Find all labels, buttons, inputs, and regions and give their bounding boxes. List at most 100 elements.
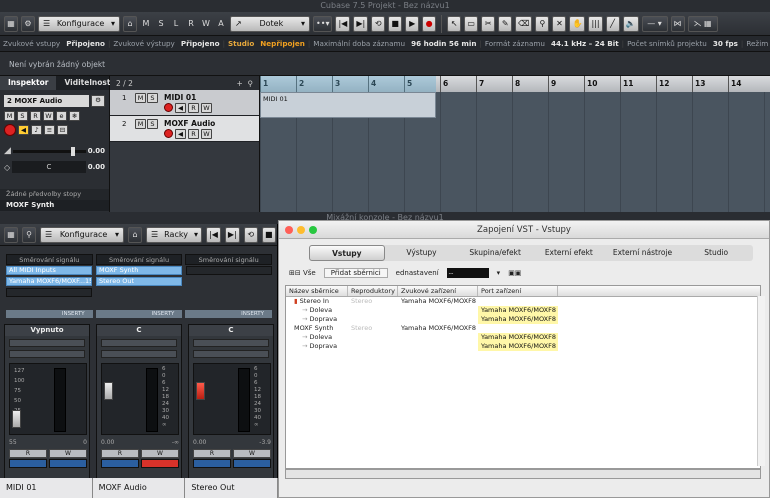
bus-device[interactable] <box>398 315 478 324</box>
channel-name-label[interactable]: MIDI 01 <box>0 478 93 498</box>
bus-row[interactable]: → Doleva Yamaha MOXF6/MOXF8 <box>286 306 760 315</box>
save-preset-icon[interactable]: ▣▣ <box>508 269 521 277</box>
window-layout-button[interactable]: ▦ <box>4 15 18 32</box>
strip-solo-button[interactable] <box>233 459 271 468</box>
write-mode-button[interactable]: W <box>200 16 212 32</box>
quantize-button[interactable]: ⋋ ▦ <box>687 15 718 32</box>
strip-mute-button[interactable] <box>193 459 231 468</box>
track-mute-button[interactable]: M <box>135 119 146 129</box>
inspector-pan-slider[interactable]: C <box>12 161 86 173</box>
track-read-button[interactable]: R <box>188 103 199 113</box>
bus-row[interactable]: → Doprava Yamaha MOXF6/MOXF8 <box>286 342 760 351</box>
routing-empty-slot[interactable] <box>6 288 92 297</box>
track-name[interactable]: MIDI 01 <box>164 93 196 102</box>
record-button[interactable]: ● <box>422 15 437 32</box>
bus-device[interactable] <box>398 342 478 351</box>
track-record-enable-button[interactable] <box>164 129 173 138</box>
strip-fader-handle[interactable] <box>12 410 21 428</box>
inserts-header[interactable]: INSERTY <box>95 310 183 318</box>
routing-output[interactable]: Stereo Out <box>96 277 182 286</box>
volume-slider-handle[interactable] <box>70 146 75 156</box>
midi-part[interactable]: MIDI 01 <box>260 92 436 118</box>
inspector-settings-button[interactable]: ⚙ <box>91 95 105 107</box>
strip-solo-button[interactable] <box>49 459 87 468</box>
close-window-button[interactable] <box>285 226 293 234</box>
comp-tool-button[interactable]: ||| <box>588 15 603 32</box>
strip-slot[interactable] <box>101 350 177 358</box>
line-tool-button[interactable]: ╱ <box>605 15 620 32</box>
track-write-button[interactable]: W <box>201 129 212 139</box>
chevron-down-icon[interactable]: ▾ <box>497 269 501 277</box>
automation-mode-select[interactable]: ↗ Dotek ▾ <box>230 15 310 32</box>
bus-port[interactable] <box>478 324 558 333</box>
strip-pan-display[interactable]: C <box>97 325 181 336</box>
add-bus-button[interactable]: Přidat sběrnici <box>323 268 388 278</box>
add-track-icon[interactable]: + ⚲ <box>236 79 253 88</box>
inserts-header[interactable]: INSERTY <box>185 310 273 318</box>
presets-select[interactable]: -- <box>446 268 489 278</box>
strip-slot[interactable] <box>193 339 269 347</box>
ruler-bar[interactable]: 10 <box>584 76 620 92</box>
zoom-window-button[interactable] <box>309 226 317 234</box>
tab-studio[interactable]: Studio <box>679 245 753 261</box>
range-tool-button[interactable]: ▭ <box>464 15 479 32</box>
mixer-go-to-start-button[interactable]: |◀ <box>206 226 221 243</box>
tab-external-fx[interactable]: Externí efekt <box>532 245 606 261</box>
strip-pan-display[interactable]: Vypnuto <box>5 325 89 336</box>
strip-fader-handle[interactable] <box>104 382 113 400</box>
strip-mute-button[interactable] <box>101 459 139 468</box>
bus-row[interactable]: → Doprava Yamaha MOXF6/MOXF8 <box>286 315 760 324</box>
ruler-bar[interactable]: 14 <box>728 76 764 92</box>
inspector-track-name-box[interactable]: 2 MOXF Audio <box>4 95 89 107</box>
strip-slot[interactable] <box>9 350 85 358</box>
horizontal-scrollbar[interactable] <box>285 469 761 479</box>
strip-write-button[interactable]: W <box>233 449 271 458</box>
track-read-button[interactable]: R <box>188 129 199 139</box>
inspector-volume-slider[interactable] <box>12 146 86 156</box>
routing-input[interactable]: All MIDI Inputs <box>6 266 92 275</box>
bus-speakers[interactable] <box>348 333 398 342</box>
track-row[interactable]: 2 M S MOXF Audio ◀ R W <box>110 116 259 142</box>
mixer-home-button[interactable]: ⌂ <box>128 226 142 243</box>
listen-mode-button[interactable]: L <box>170 16 182 32</box>
bus-port[interactable]: Yamaha MOXF6/MOXF8 <box>478 306 558 315</box>
strip-slot[interactable] <box>9 339 85 347</box>
time-warp-button[interactable]: ✋ <box>569 15 586 32</box>
strip-write-button[interactable]: W <box>49 449 87 458</box>
play-button[interactable]: ▶ <box>405 15 420 32</box>
mixer-go-to-end-button[interactable]: ▶| <box>224 226 240 243</box>
ruler-bar[interactable]: 7 <box>476 76 512 92</box>
inspector-read-button[interactable]: R <box>30 111 41 121</box>
bus-speakers[interactable] <box>348 315 398 324</box>
bus-device[interactable] <box>398 333 478 342</box>
bus-port[interactable]: Yamaha MOXF6/MOXF8 <box>478 315 558 324</box>
home-button[interactable]: ⌂ <box>123 15 137 32</box>
bus-row[interactable]: → Doleva Yamaha MOXF6/MOXF8 <box>286 333 760 342</box>
pointer-tool-button[interactable]: ↖ <box>447 15 462 32</box>
inspector-timebase-button[interactable]: ♪ <box>31 125 42 135</box>
track-monitor-button[interactable]: ◀ <box>175 103 186 113</box>
ruler-bar[interactable]: 13 <box>692 76 728 92</box>
bus-device[interactable] <box>398 306 478 315</box>
bus-port[interactable] <box>478 297 558 306</box>
inspector-channel-button[interactable]: ⊟ <box>57 125 68 135</box>
mute-tool-button[interactable]: ✕ <box>552 15 567 32</box>
tab-external-instruments[interactable]: Externí nástroje <box>606 245 680 261</box>
inspector-lane-button[interactable]: ≡ <box>44 125 55 135</box>
strip-mute-button[interactable] <box>9 459 47 468</box>
minimize-window-button[interactable] <box>297 226 305 234</box>
ruler-bar[interactable]: 11 <box>620 76 656 92</box>
split-tool-button[interactable]: ✂ <box>481 15 496 32</box>
bus-port[interactable]: Yamaha MOXF6/MOXF8 <box>478 333 558 342</box>
mute-mode-button[interactable]: M <box>140 16 152 32</box>
bus-row[interactable]: MOXF Synth Stereo Yamaha MOXF6/MOXF8 <box>286 324 760 333</box>
inspector-edit-button[interactable]: e <box>56 111 67 121</box>
strip-slot[interactable] <box>101 339 177 347</box>
channel-name-label[interactable]: MOXF Audio <box>92 478 186 498</box>
go-to-end-button[interactable]: ▶| <box>353 15 369 32</box>
track-solo-button[interactable]: S <box>147 119 158 129</box>
bus-device[interactable]: Yamaha MOXF6/MOXF8 <box>398 324 478 333</box>
column-bus-name[interactable]: Název sběrnice <box>286 286 348 296</box>
inspector-mute-button[interactable]: M <box>4 111 15 121</box>
ruler-bar[interactable]: 8 <box>512 76 548 92</box>
